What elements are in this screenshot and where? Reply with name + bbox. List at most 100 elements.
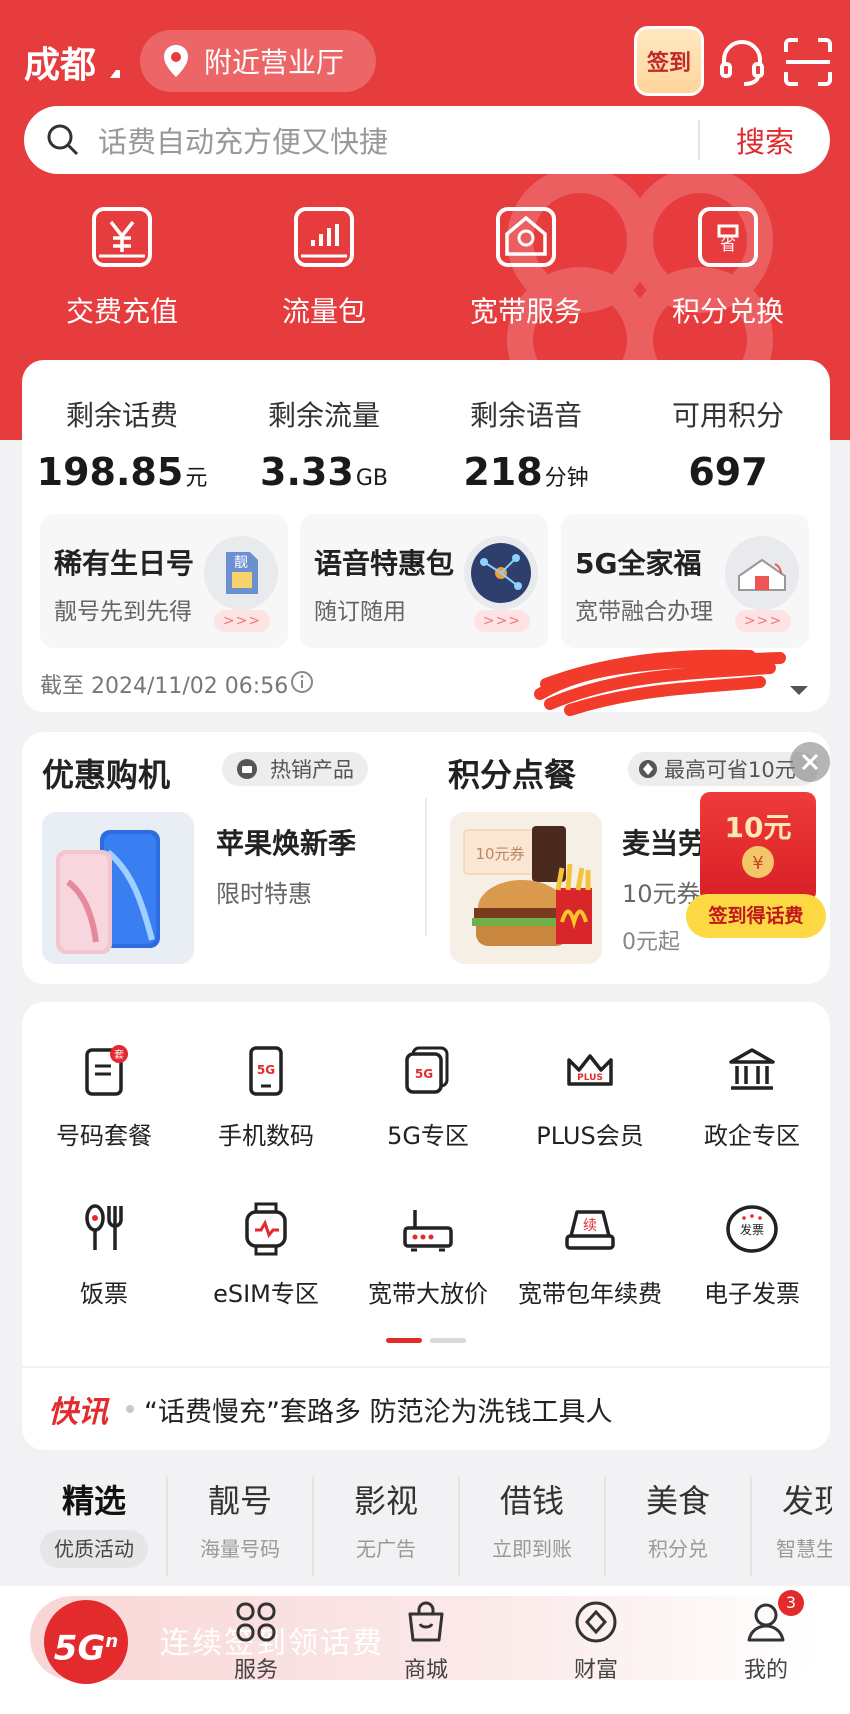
scan-icon[interactable] [782,36,834,88]
quick-nav-points[interactable]: 省 积分兑换 [638,206,818,330]
nav-profile[interactable]: 我的 3 [716,1590,816,1684]
tab-subtitle: 无广告 [356,1537,416,1561]
sim-package-icon: 套 [85,1045,128,1096]
nearby-store-button[interactable]: 附近营业厅 [140,30,376,92]
nav-wealth[interactable]: 财富 [546,1600,646,1684]
search-button[interactable]: 搜索 [700,119,830,161]
tab-subtitle: 积分兑 [648,1537,708,1561]
balance-value: 198.85 [36,450,184,494]
nav-mall[interactable]: 商城 [376,1600,476,1684]
diamond-badge-icon [639,760,657,778]
headset-support-icon[interactable] [716,36,768,88]
balance-value: 218 [463,450,543,494]
balance-fee[interactable]: 剩余话费 198.85元 [22,394,222,494]
search-bar[interactable]: 话费自动充方便又快捷 搜索 [24,106,830,174]
tab-food[interactable]: 美食 积分兑 [606,1476,752,1576]
grid-item-label: 5G专区 [387,1122,469,1150]
save-coupon-icon: 省 [698,207,758,267]
nav-label: 商城 [403,1658,448,1683]
grid-item-plus-member[interactable]: PLUS PLUS会员 [510,1044,670,1151]
balance-timestamp: 截至 2024/11/02 06:56 [40,674,289,699]
tab-title: 精选 [61,1482,126,1520]
tab-video[interactable]: 影视 无广告 [314,1476,460,1576]
balance-title: 剩余语音 [469,399,582,432]
5g-logo-sup: n [105,1631,119,1652]
close-floating-button[interactable] [790,742,830,782]
promo-arrow: >>> [474,610,530,632]
hot-product-pill[interactable]: 热销产品 [222,752,368,786]
promo-birthday-number[interactable]: 稀有生日号 靓号先到先得 靓 >>> [40,514,288,648]
router-icon [403,1210,453,1252]
grid-item-label: 饭票 [80,1280,128,1308]
signin-calendar-button[interactable]: 签到 [634,26,704,96]
tab-title: 靓号 [207,1482,272,1520]
yen-card-icon [92,207,152,267]
grid-item-enterprise[interactable]: 政企专区 [672,1044,832,1151]
expand-caret-icon[interactable] [788,684,810,698]
tab-discover[interactable]: 发现 智慧生活 [752,1476,832,1576]
balance-title: 剩余话费 [65,399,178,432]
grid-item-label: PLUS会员 [536,1122,644,1150]
quick-nav-label: 交费充值 [65,295,178,328]
grid-item-esim[interactable]: eSIM专区 [186,1202,346,1309]
shopping-bag-icon [408,1601,444,1642]
crown-plus-icon: PLUS [567,1054,613,1086]
balance-unit: GB [355,466,388,491]
city-caret-icon [110,70,120,78]
burger-product-image[interactable]: 10元券 [450,812,602,964]
city-selector[interactable]: 成都 [24,36,96,88]
page-indicator[interactable] [430,1338,466,1343]
promo-5g-family[interactable]: 5G全家福 宽带融合办理 >>> [561,514,809,648]
news-ticker[interactable]: 快讯 “话费慢充”套路多 防范沦为洗钱工具人 [22,1368,830,1450]
balance-voice[interactable]: 剩余语音 218分钟 [426,394,626,494]
grid-item-5g-zone[interactable]: 5G 5G专区 [348,1044,508,1151]
tab-title: 影视 [353,1482,418,1520]
svg-text:发票: 发票 [740,1222,764,1237]
tab-subtitle: 优质活动 [40,1530,148,1568]
grid-services-icon [236,1602,276,1642]
quick-nav-recharge[interactable]: 交费充值 [32,206,212,330]
signin-reward-button[interactable]: 签到得话费 [686,894,826,938]
grid-item-phones[interactable]: 5G 手机数码 [186,1044,346,1151]
balance-points[interactable]: 可用积分 697 [628,394,828,494]
tab-featured[interactable]: 精选 优质活动 [22,1476,168,1576]
tab-loan[interactable]: 借钱 立即到账 [460,1476,606,1576]
balance-data[interactable]: 剩余流量 3.33GB [224,394,424,494]
smart-home-icon [725,536,799,610]
grid-item-meal-ticket[interactable]: 饭票 [24,1202,184,1309]
news-headline: “话费慢充”套路多 防范沦为洗钱工具人 [144,1396,613,1428]
phone-5g-icon: 5G [249,1046,283,1096]
grid-item-number-plan[interactable]: 套 号码套餐 [24,1044,184,1151]
tab-lucky-number[interactable]: 靓号 海量号码 [168,1476,314,1576]
news-tag: 快讯 [48,1387,108,1431]
signin-label: 签到 [646,51,691,76]
promo-arrow: >>> [214,610,270,632]
voice-network-icon [464,536,538,610]
house-network-icon [496,207,556,267]
svg-text:¥: ¥ [752,853,763,874]
spoon-fork-icon [85,1204,123,1250]
grid-item-broadband-deal[interactable]: 宽带大放价 [348,1202,508,1309]
grid-item-e-invoice[interactable]: 发票 电子发票 [672,1202,832,1309]
smartwatch-icon [245,1202,287,1256]
product-title[interactable]: 麦当劳 [622,822,706,862]
svg-text:套: 套 [114,1048,124,1061]
section-title-points-meal: 积分点餐 [448,756,577,794]
search-input[interactable]: 话费自动充方便又快捷 [98,119,698,161]
svg-text:省: 省 [720,235,736,254]
grid-item-label: 电子发票 [704,1280,800,1308]
grid-item-broadband-renew[interactable]: 续 宽带包年续费 [510,1202,670,1309]
5g-logo-button[interactable]: 5Gn [44,1600,128,1684]
info-icon[interactable] [290,670,314,694]
product-title[interactable]: 苹果焕新季 [216,822,356,862]
tab-subtitle: 海量号码 [200,1537,280,1561]
balance-title: 剩余流量 [267,399,380,432]
red-packet-widget[interactable]: 10元 ¥ [700,792,816,902]
grid-item-label: 宽带包年续费 [518,1280,662,1308]
promo-voice-pack[interactable]: 语音特惠包 随订随用 >>> [300,514,548,648]
news-tag-label: 快讯 [48,1395,108,1430]
iphone-product-image[interactable] [42,812,194,964]
nav-services[interactable]: 服务 [206,1600,306,1684]
quick-nav-data-pack[interactable]: 流量包 [234,206,414,330]
quick-nav-broadband[interactable]: 宽带服务 [436,206,616,330]
